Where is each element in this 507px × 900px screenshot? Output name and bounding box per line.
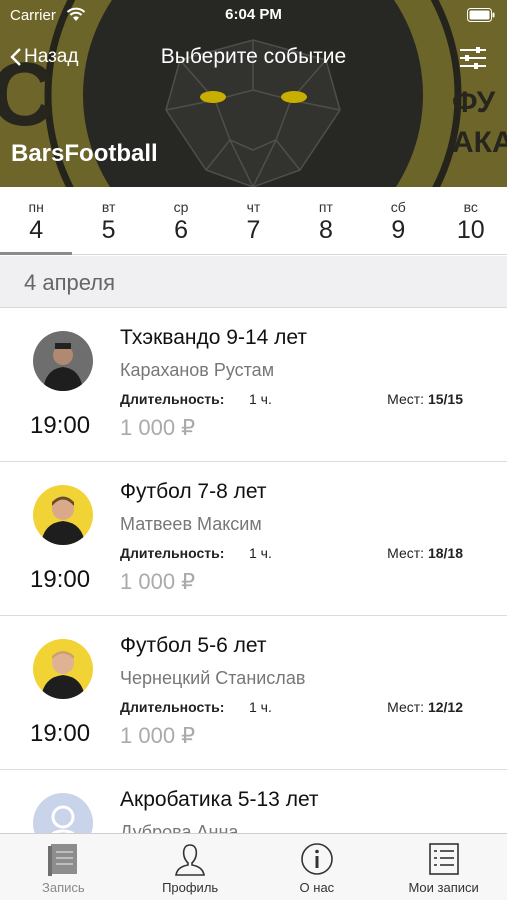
day-item[interactable]: вт 5 (72, 187, 144, 254)
duration-label: Длительность: (120, 391, 225, 407)
event-coach: Матвеев Максим (120, 514, 262, 534)
tab-booking[interactable]: Запись (0, 834, 127, 900)
day-number: 4 (29, 216, 44, 244)
event-price: 1 000 ₽ (120, 569, 196, 594)
day-number: 7 (246, 216, 261, 244)
info-icon (301, 843, 333, 875)
event-title: Футбол 5-6 лет (120, 634, 267, 657)
day-item[interactable]: ср 6 (145, 187, 217, 254)
tab-label: Запись (42, 880, 85, 895)
day-of-week: вт (101, 199, 116, 215)
filter-sliders-icon[interactable] (459, 46, 487, 70)
day-of-week: сб (390, 199, 406, 215)
seats-value: 12/12 (427, 699, 463, 715)
day-number: 9 (391, 216, 406, 244)
header-banner: С ФУ АКА Carrier 6:04 PM Назад Выберите … (0, 0, 507, 187)
event-coach: Караханов Рустам (120, 360, 275, 380)
event-time: 19:00 (30, 412, 91, 439)
event-price: 1 000 ₽ (120, 723, 196, 748)
status-bar: Carrier 6:04 PM (0, 0, 507, 30)
event-title: Футбол 7-8 лет (120, 480, 267, 503)
event-time: 19:00 (30, 720, 91, 747)
day-item[interactable]: чт 7 (217, 187, 289, 254)
duration-value: 1 ч. (249, 545, 272, 561)
day-of-week: чт (246, 199, 261, 215)
seats-info: Мест: 15/15 (387, 391, 463, 407)
day-picker: пн 4 вт 5 ср 6 чт 7 пт 8 сб 9 вс 10 (0, 187, 507, 255)
event-title: Акробатика 5-13 лет (120, 788, 319, 811)
event-row[interactable]: 19:00 Футбол 7-8 лет Матвеев Максим Длит… (0, 462, 507, 616)
day-of-week: пт (318, 199, 333, 215)
book-icon (48, 844, 78, 876)
day-number: 10 (456, 216, 485, 244)
tab-label: О нас (299, 880, 335, 895)
event-price: 1 000 ₽ (120, 415, 196, 440)
day-of-week: ср (173, 199, 189, 215)
day-of-week: вс (463, 199, 478, 215)
coach-avatar (33, 485, 93, 545)
seats-label: Мест: (387, 699, 425, 715)
date-label: 4 апреля (24, 270, 115, 295)
coach-avatar (33, 331, 93, 391)
seats-label: Мест: (387, 545, 425, 561)
day-number: 6 (174, 216, 188, 244)
day-item[interactable]: пн 4 (0, 187, 73, 255)
coach-avatar (33, 639, 93, 699)
list-icon (428, 843, 459, 875)
day-number: 8 (318, 216, 333, 244)
event-row[interactable]: 19:00 Футбол 5-6 лет Чернецкий Станислав… (0, 616, 507, 770)
club-name: BarsFootball (11, 140, 158, 167)
seats-value: 18/18 (427, 545, 463, 561)
tab-bar: Запись Профиль О нас Мои записи (0, 833, 507, 900)
duration-label: Длительность: (120, 699, 225, 715)
event-row[interactable]: 19:00 Тхэквандо 9-14 лет Караханов Руста… (0, 308, 507, 462)
seats-value: 15/15 (427, 391, 463, 407)
day-item[interactable]: вс 10 (435, 187, 507, 254)
tab-label: Профиль (162, 880, 219, 895)
duration-value: 1 ч. (249, 391, 272, 407)
duration-value: 1 ч. (249, 699, 272, 715)
day-of-week: пн (28, 199, 44, 215)
page-title: Выберите событие (160, 45, 347, 68)
profile-icon (175, 844, 206, 876)
day-item[interactable]: пт 8 (290, 187, 362, 254)
seats-info: Мест: 12/12 (387, 699, 463, 715)
battery-icon (467, 8, 495, 22)
tab-profile[interactable]: Профиль (127, 834, 254, 900)
event-time: 19:00 (30, 566, 91, 593)
seats-label: Мест: (387, 391, 425, 407)
event-coach: Чернецкий Станислав (120, 668, 306, 688)
tab-label: Мои записи (408, 880, 479, 895)
clock: 6:04 PM (225, 6, 282, 23)
seats-info: Мест: 18/18 (387, 545, 463, 561)
day-item[interactable]: сб 9 (362, 187, 434, 254)
tab-my-bookings[interactable]: Мои записи (380, 834, 507, 900)
date-section-header: 4 апреля (0, 256, 507, 308)
event-title: Тхэквандо 9-14 лет (120, 326, 307, 349)
duration-label: Длительность: (120, 545, 225, 561)
tab-about[interactable]: О нас (254, 834, 381, 900)
day-number: 5 (101, 216, 116, 244)
events-list: 19:00 Тхэквандо 9-14 лет Караханов Руста… (0, 308, 507, 900)
